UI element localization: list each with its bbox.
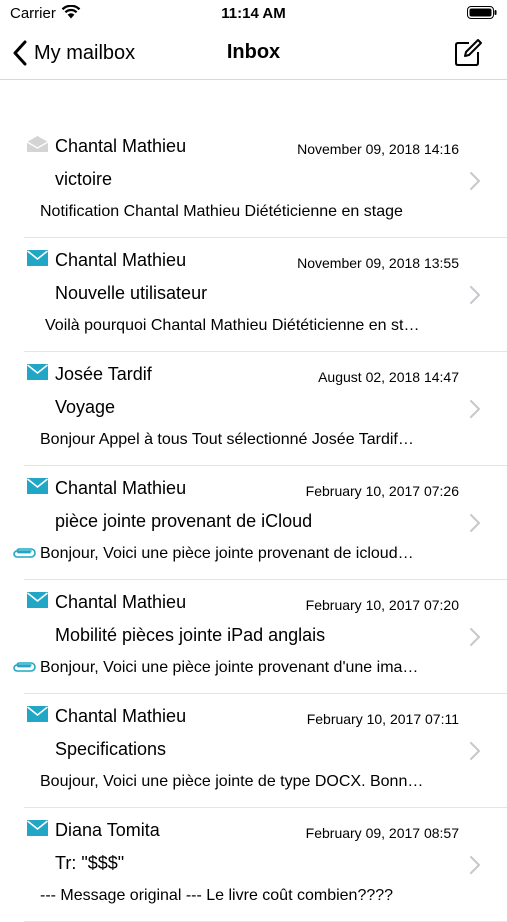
chevron-right-icon bbox=[470, 628, 480, 646]
message-sender: Chantal Mathieu bbox=[55, 136, 187, 156]
status-time: 11:14 AM bbox=[221, 5, 286, 22]
message-date: February 10, 2017 07:26 bbox=[305, 483, 459, 499]
message-row[interactable]: Josée Tardif August 02, 2018 14:47 Voyag… bbox=[0, 352, 507, 466]
message-sender: Diana Tomita bbox=[55, 820, 160, 840]
message-date: February 10, 2017 07:11 bbox=[306, 711, 459, 727]
message-subject: Specifications bbox=[55, 739, 167, 759]
message-preview: Bonjour, Voici une pièce jointe provenan… bbox=[40, 545, 414, 562]
chevron-right-icon bbox=[470, 856, 480, 874]
message-subject: Mobilité pièces jointe iPad anglais bbox=[55, 625, 326, 645]
message-row[interactable]: Diana Tomita February 09, 2017 08:57 Tr:… bbox=[0, 808, 507, 922]
compose-icon[interactable] bbox=[453, 38, 483, 68]
message-date: August 02, 2018 14:47 bbox=[318, 369, 459, 385]
back-button-label: My mailbox bbox=[34, 41, 136, 64]
message-sender: Chantal Mathieu bbox=[55, 478, 187, 498]
message-date: February 10, 2017 07:20 bbox=[305, 597, 459, 613]
status-bar: Carrier 11:14 AM bbox=[0, 0, 507, 28]
message-subject: pièce jointe provenant de iCloud bbox=[55, 511, 313, 531]
message-row[interactable]: Chantal Mathieu November 09, 2018 13:55 … bbox=[0, 238, 507, 352]
message-row[interactable]: Chantal Mathieu February 10, 2017 07:20 … bbox=[0, 580, 507, 694]
message-preview: --- Message original --- Le livre coût c… bbox=[40, 887, 394, 904]
message-preview: Bonjour, Voici une pièce jointe provenan… bbox=[40, 659, 419, 676]
message-date: November 09, 2018 14:16 bbox=[297, 141, 459, 157]
envelope-icon bbox=[27, 364, 48, 380]
envelope-open-icon bbox=[27, 136, 48, 152]
back-button[interactable]: My mailbox bbox=[12, 39, 135, 67]
message-preview: Voilà pourquoi Chantal Mathieu Diététici… bbox=[45, 317, 420, 334]
message-subject: Tr: "$$$" bbox=[55, 853, 125, 873]
paperclip-icon bbox=[13, 662, 36, 672]
message-date: February 09, 2017 08:57 bbox=[305, 825, 459, 841]
envelope-icon bbox=[27, 250, 48, 266]
message-subject: Nouvelle utilisateur bbox=[55, 283, 208, 303]
message-subject: victoire bbox=[55, 169, 113, 189]
message-row[interactable]: Chantal Mathieu February 10, 2017 07:11 … bbox=[0, 694, 507, 808]
envelope-icon bbox=[27, 478, 48, 494]
navigation-bar: My mailbox Inbox bbox=[0, 28, 507, 80]
envelope-icon bbox=[27, 820, 48, 836]
envelope-icon bbox=[27, 592, 48, 608]
message-date: November 09, 2018 13:55 bbox=[297, 255, 459, 271]
message-list: Chantal Mathieu November 09, 2018 14:16 … bbox=[0, 124, 507, 922]
message-sender: Josée Tardif bbox=[55, 364, 152, 384]
message-subject: Voyage bbox=[55, 397, 116, 417]
message-preview: Bonjour Appel à tous Tout sélectionné Jo… bbox=[40, 431, 414, 448]
chevron-right-icon bbox=[470, 172, 480, 190]
message-preview: Notification Chantal Mathieu Diététicien… bbox=[40, 203, 403, 220]
message-preview: Boujour, Voici une pièce jointe de type … bbox=[40, 773, 424, 790]
message-sender: Chantal Mathieu bbox=[55, 250, 187, 270]
envelope-icon bbox=[27, 706, 48, 722]
chevron-left-icon bbox=[13, 40, 27, 66]
message-row[interactable]: Chantal Mathieu November 09, 2018 14:16 … bbox=[0, 124, 507, 238]
message-sender: Chantal Mathieu bbox=[55, 592, 187, 612]
chevron-right-icon bbox=[470, 400, 480, 418]
chevron-right-icon bbox=[470, 742, 480, 760]
paperclip-icon bbox=[13, 548, 36, 558]
chevron-right-icon bbox=[470, 286, 480, 304]
message-row[interactable]: Chantal Mathieu February 10, 2017 07:26 … bbox=[0, 466, 507, 580]
battery-icon bbox=[467, 6, 497, 19]
message-sender: Chantal Mathieu bbox=[55, 706, 187, 726]
chevron-right-icon bbox=[470, 514, 480, 532]
